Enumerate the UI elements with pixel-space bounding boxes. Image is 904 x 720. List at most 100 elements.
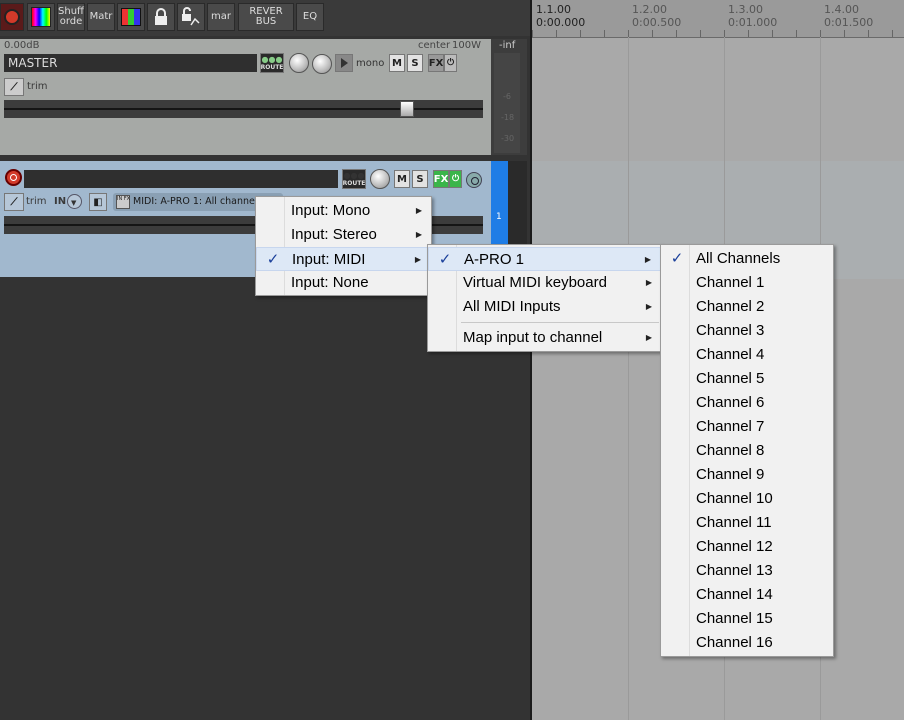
menu-item-channel-5[interactable]: Channel 5 [661,367,833,391]
master-peak-readout: -inf [499,40,516,51]
master-solo-button[interactable]: S [407,54,423,72]
lock-icon [155,8,167,25]
master-width-readout: 100W [452,40,481,51]
eq-button[interactable]: EQ [296,3,324,31]
menu-item-channel-4[interactable]: Channel 4 [661,343,833,367]
master-volume-knob[interactable] [289,53,309,73]
master-mute-button[interactable]: M [389,54,405,72]
lock-button[interactable] [147,3,175,31]
ruler-time-1: 0:00.500 [632,16,682,29]
power-icon: ⏻ [451,174,460,184]
midi-input-icon: IN FX [116,195,130,209]
track-route-button[interactable]: ●●● ROUTE [342,169,366,189]
menu-item-input-stereo[interactable]: Input: Stereo ▶ [256,223,431,247]
master-trim-label[interactable]: trim [27,81,48,92]
track-route-label: ROUTE [342,180,366,187]
menu-item-all-channels[interactable]: ✓ All Channels [661,247,833,271]
master-play-button[interactable] [335,54,353,72]
master-route-button[interactable]: ●●● ROUTE [260,53,284,73]
track-name-field[interactable] [24,170,338,188]
menu-item-channel-9[interactable]: Channel 9 [661,463,833,487]
shuffle-order-button[interactable]: Shuff orde [57,3,85,31]
power-icon: ⏻ [446,58,455,68]
color-grid-button[interactable] [117,3,145,31]
menu-item-channel-16[interactable]: Channel 16 [661,631,833,655]
marker-button[interactable]: mar [207,3,235,31]
menu-item-channel-13[interactable]: Channel 13 [661,559,833,583]
menu-item-input-midi[interactable]: ✓ Input: MIDI ▶ [256,247,431,271]
menu-item-channel-3[interactable]: Channel 3 [661,319,833,343]
track-envelope-button[interactable]: ⟋ [4,193,24,211]
track-solo-button[interactable]: S [412,170,428,188]
track-fx-button[interactable]: FX [433,170,449,188]
menu-item-label: Input: Stereo [291,226,377,243]
master-route-label: ROUTE [260,64,284,71]
ruler-time-2: 0:01.000 [728,16,778,29]
submenu-arrow-icon: ▶ [644,255,651,264]
matrix-label: Matr [89,11,113,22]
menu-item-channel-6[interactable]: Channel 6 [661,391,833,415]
master-name-field[interactable]: MASTER [4,54,257,72]
record-icon-button[interactable] [0,3,24,31]
master-envelope-button[interactable]: ⟋ [4,78,24,96]
meter-tick: -6 [503,92,511,101]
shuffle-label-2: orde [59,16,83,27]
checkmark-icon: ✓ [670,250,684,267]
menu-item-channel-14[interactable]: Channel 14 [661,583,833,607]
monitor-toggle[interactable]: ▼ [67,194,82,209]
color-button[interactable] [27,3,55,31]
menu-item-label: Channel 11 [696,514,772,531]
menu-item-map-input-to-channel[interactable]: Map input to channel ▶ [428,326,661,350]
menu-item-label: Channel 15 [696,610,773,627]
menu-item-channel-2[interactable]: Channel 2 [661,295,833,319]
menu-item-a-pro-1[interactable]: ✓ A-PRO 1 ▶ [428,247,661,271]
menu-item-channel-8[interactable]: Channel 8 [661,439,833,463]
menu-item-label: Virtual MIDI keyboard [463,274,607,291]
track-trim-label[interactable]: trim [26,196,47,207]
master-track-panel[interactable]: 0.00dB center 100W MASTER ●●● ROUTE mono… [0,39,491,155]
speaker-icon: ◧ [93,196,103,208]
track-phase-button[interactable] [466,172,482,188]
lock-settings-button[interactable] [177,3,205,31]
track-fx-bypass-button[interactable]: ⏻ [449,170,462,188]
menu-item-virtual-midi-keyboard[interactable]: Virtual MIDI keyboard ▶ [428,271,661,295]
reverb-bus-button[interactable]: REVER BUS [238,3,294,31]
grid-line [628,37,629,720]
menu-item-label: Channel 14 [696,586,773,603]
menu-item-label: A-PRO 1 [464,251,525,268]
master-fx-bypass-button[interactable]: ⏻ [444,54,457,72]
menu-item-label: Channel 13 [696,562,773,579]
menu-item-channel-11[interactable]: Channel 11 [661,511,833,535]
menu-item-label: Input: MIDI [292,251,366,268]
phase-icon [471,177,479,185]
menu-item-all-midi-inputs[interactable]: All MIDI Inputs ▶ [428,295,661,319]
menu-item-input-mono[interactable]: Input: Mono ▶ [256,199,431,223]
menu-item-label: Channel 2 [696,298,765,315]
track-volume-knob[interactable] [370,169,390,189]
track-mute-button[interactable]: M [394,170,410,188]
fader-thumb[interactable] [400,101,414,117]
master-pan-knob[interactable] [312,54,332,74]
timeline-ruler[interactable]: 1.1.00 0:00.000 1.2.00 0:00.500 1.3.00 0… [532,0,904,38]
menu-item-channel-12[interactable]: Channel 12 [661,535,833,559]
menu-item-channel-7[interactable]: Channel 7 [661,415,833,439]
tcp-arrange-divider[interactable] [530,0,532,720]
master-mono-label[interactable]: mono [356,58,384,69]
menu-item-label: All MIDI Inputs [463,298,561,315]
midi-device-menu: ✓ A-PRO 1 ▶ Virtual MIDI keyboard ▶ All … [427,244,662,352]
menu-item-channel-15[interactable]: Channel 15 [661,607,833,631]
master-fx-button[interactable]: FX [428,54,444,72]
record-arm-button[interactable] [5,169,22,186]
master-meter: -inf -6 -18 -30 [491,39,527,155]
menu-item-label: Map input to channel [463,329,603,346]
menu-item-channel-10[interactable]: Channel 10 [661,487,833,511]
menu-item-channel-1[interactable]: Channel 1 [661,271,833,295]
master-volume-fader[interactable] [4,100,483,118]
menu-item-label: Channel 3 [696,322,765,339]
midi-channel-menu: ✓ All Channels Channel 1 Channel 2 Chann… [660,244,834,657]
play-icon [340,58,348,68]
menu-item-input-none[interactable]: Input: None [256,271,431,295]
input-monitor-button[interactable]: ◧ [89,193,107,211]
matrix-button[interactable]: Matr [87,3,115,31]
menu-item-label: All Channels [696,250,781,267]
